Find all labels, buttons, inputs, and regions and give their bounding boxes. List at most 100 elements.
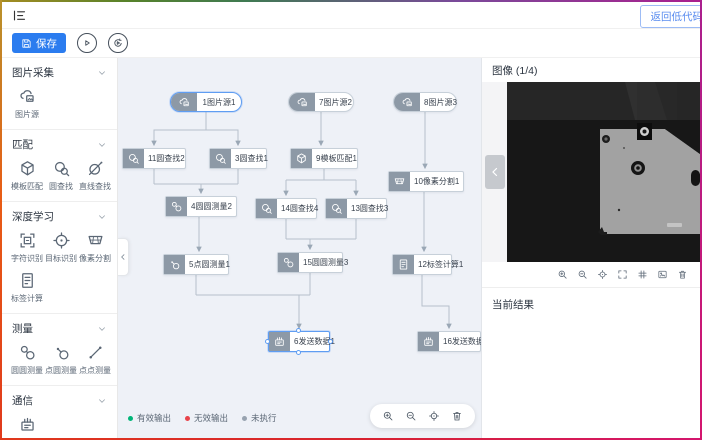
flow-node-16[interactable]: 16发送数据2	[417, 331, 481, 352]
chevron-down-icon	[97, 324, 107, 334]
template-match-glyph	[295, 152, 308, 165]
image-image-button[interactable]	[657, 269, 668, 280]
canvas-locate-button[interactable]	[428, 410, 440, 422]
chevron-left-icon	[119, 253, 127, 261]
circle-circle-measure-icon	[166, 197, 187, 216]
tool-circle-circle-measure[interactable]: 圆圆测量	[10, 343, 44, 376]
pixel-segmentation-glyph	[393, 175, 406, 188]
flow-node-14[interactable]: 14圆查找4	[255, 198, 317, 219]
section-title: 测量	[12, 321, 33, 336]
flow-node-1[interactable]: 1图片源1	[170, 92, 242, 112]
section-header[interactable]: 通信	[2, 386, 117, 412]
tool-target-recognition[interactable]: 目标识别	[44, 231, 78, 264]
point-circle-measure-icon	[164, 255, 185, 274]
node-label: 3圆查找1	[231, 149, 272, 168]
canvas-zoom-in-button[interactable]	[382, 410, 394, 422]
circle-find-glyph	[127, 152, 140, 165]
port[interactable]	[265, 339, 270, 344]
port[interactable]	[328, 339, 333, 344]
current-result-title: 当前结果	[482, 288, 700, 321]
flow-node-8[interactable]: 8图片源3	[393, 92, 457, 112]
run-once-button[interactable]	[77, 33, 97, 53]
legend-item: 无效输出	[185, 412, 228, 424]
section-header[interactable]: 深度学习	[2, 202, 117, 228]
section-header[interactable]: 测量	[2, 314, 117, 340]
tool-label-calc[interactable]: 标签计算	[10, 271, 44, 304]
template-match-icon	[291, 149, 312, 168]
section-header[interactable]: 匹配	[2, 130, 117, 156]
tool-template-match[interactable]: 模板匹配	[10, 159, 44, 192]
flow-node-9[interactable]: 9模板匹配1	[290, 148, 358, 169]
node-label: 1图片源1	[197, 93, 241, 111]
flow-canvas[interactable]: 1图片源1 7图片源2 8图片源3 11圆查找2 3圆查找1 9模板匹配1 10像素分割1 4…	[118, 58, 482, 438]
image-toolbar	[482, 262, 700, 288]
image-zoom-in-button[interactable]	[557, 269, 568, 280]
image-trash-button[interactable]	[677, 269, 688, 280]
image-locate-button[interactable]	[597, 269, 608, 280]
save-button[interactable]: 保存	[12, 33, 66, 53]
flow-node-11[interactable]: 11圆查找2	[122, 148, 186, 169]
save-label: 保存	[36, 36, 57, 51]
label-calc-icon	[18, 271, 37, 290]
circle-find-icon	[256, 199, 277, 218]
sidebar-collapse-handle[interactable]	[118, 238, 129, 276]
flow-edges	[118, 58, 481, 438]
node-label: 13圆查找3	[347, 199, 392, 218]
flow-node-13[interactable]: 13圆查找3	[325, 198, 387, 219]
send-data-icon	[18, 415, 37, 434]
canvas-trash-button[interactable]	[451, 410, 463, 422]
flow-node-5[interactable]: 5点圆测量1	[163, 254, 229, 275]
tool-char-recognition[interactable]: 字符识别	[10, 231, 44, 264]
template-match-icon	[18, 159, 37, 178]
menu-icon[interactable]	[12, 8, 27, 23]
tool-label: 直线查找	[79, 181, 111, 192]
flow-node-3[interactable]: 3圆查找1	[209, 148, 267, 169]
action-toolbar: 保存	[2, 29, 700, 58]
tool-point-circle-measure[interactable]: 点圆测量	[44, 343, 78, 376]
circle-circle-measure-icon	[18, 343, 37, 362]
locate-icon	[428, 410, 440, 422]
image-zoom-out-button[interactable]	[577, 269, 588, 280]
image-grid-button[interactable]	[637, 269, 648, 280]
legend-label: 有效输出	[137, 412, 171, 424]
flow-node-10[interactable]: 10像素分割1	[388, 171, 464, 192]
flow-node-4[interactable]: 4圆圆测量2	[165, 196, 237, 217]
tool-label: 字符识别	[11, 253, 43, 264]
tool-line-find[interactable]: 直线查找	[78, 159, 112, 192]
tool-point-point-measure[interactable]: 点点测量	[78, 343, 112, 376]
image-preview	[482, 82, 700, 262]
tool-circle-find[interactable]: 圆查找	[44, 159, 78, 192]
label-calc-icon	[393, 255, 414, 274]
image-fullscreen-button[interactable]	[617, 269, 628, 280]
tool-label: 图片源	[15, 109, 39, 120]
flow-node-15[interactable]: 15圆圆测量3	[277, 252, 343, 273]
section-header[interactable]: 图片采集	[2, 58, 117, 84]
flow-node-6[interactable]: 6发送数据1	[268, 331, 330, 352]
port[interactable]	[296, 350, 301, 355]
image-source-icon	[171, 93, 197, 111]
image-icon	[657, 269, 668, 280]
back-to-lowcode-button[interactable]: 返回低代码	[640, 5, 701, 28]
tool-image-source[interactable]: 图片源	[10, 87, 44, 120]
chevron-left-icon	[489, 166, 501, 178]
node-label: 7图片源2	[315, 93, 356, 111]
circle-find-glyph	[214, 152, 227, 165]
tool-sidebar: 图片采集图片源匹配模板匹配圆查找直线查找深度学习字符识别目标识别像素分割标签计算…	[2, 58, 118, 438]
previous-image-button[interactable]	[485, 155, 505, 189]
image-source-icon	[394, 93, 420, 111]
tool-pixel-segmentation[interactable]: 像素分割	[78, 231, 112, 264]
grid-icon	[637, 269, 648, 280]
circle-circle-measure-glyph	[282, 256, 295, 269]
tool-label: 模板匹配	[11, 181, 43, 192]
tool-send-data[interactable]	[10, 415, 44, 437]
sidebar-section-5: 通信	[2, 385, 117, 438]
tool-label: 目标识别	[45, 253, 77, 264]
flow-node-12[interactable]: 12标签计算1	[392, 254, 452, 275]
image-panel-title: 图像 (1/4)	[482, 58, 700, 82]
node-label: 14圆查找4	[277, 199, 322, 218]
run-loop-button[interactable]	[108, 33, 128, 53]
flow-node-7[interactable]: 7图片源2	[288, 92, 354, 112]
chevron-down-icon	[97, 396, 107, 406]
canvas-zoom-out-button[interactable]	[405, 410, 417, 422]
port[interactable]	[296, 328, 301, 333]
